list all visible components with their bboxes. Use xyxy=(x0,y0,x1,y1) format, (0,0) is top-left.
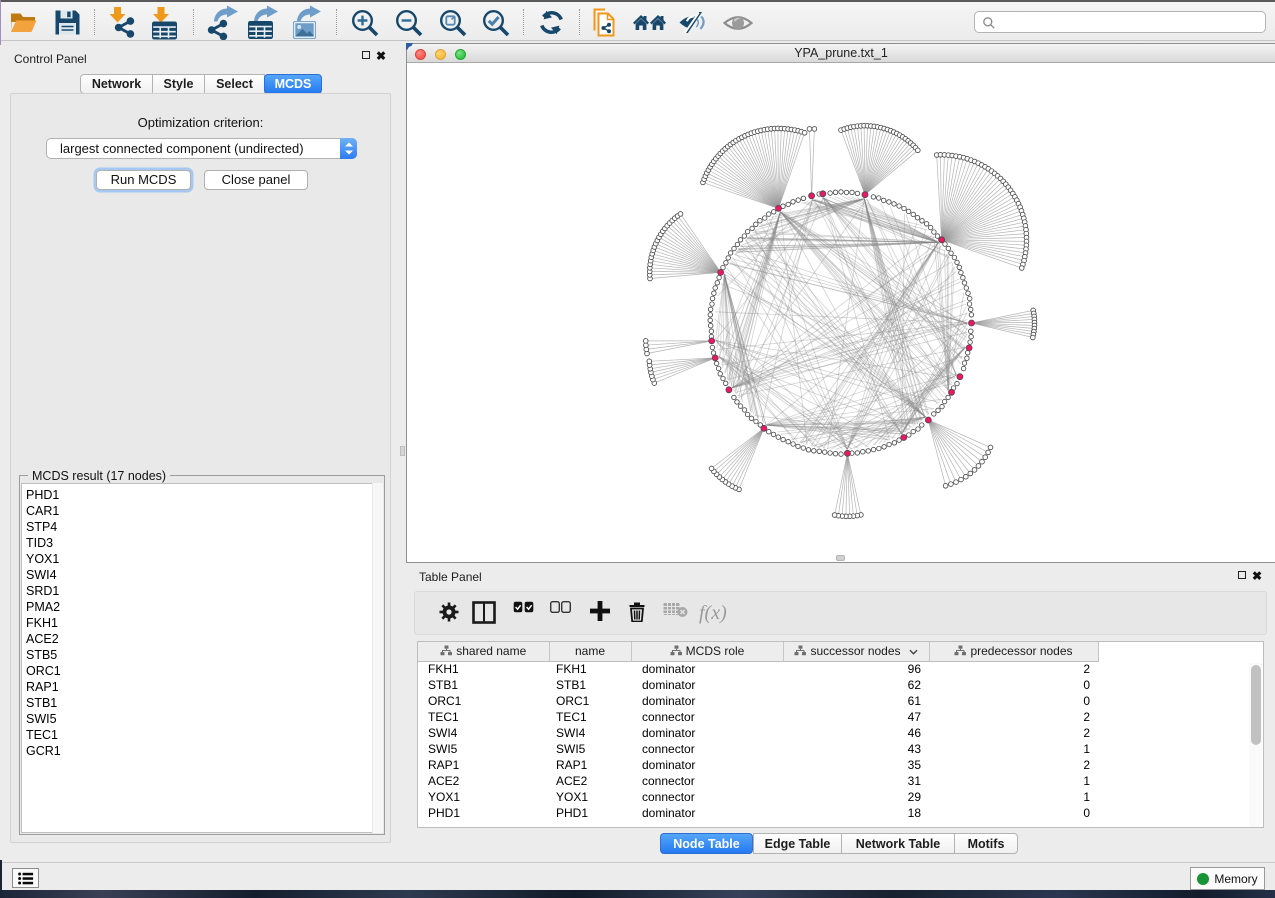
svg-text:f(x): f(x) xyxy=(699,602,727,624)
